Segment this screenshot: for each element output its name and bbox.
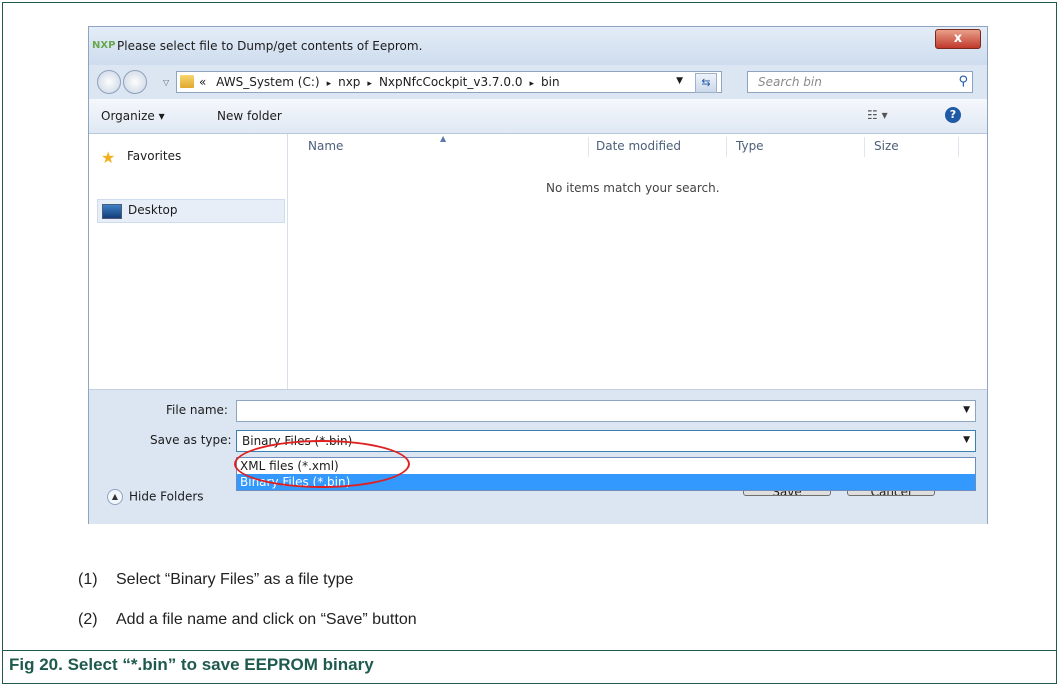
close-button[interactable]: x <box>935 29 981 49</box>
caption-divider <box>2 650 1057 651</box>
hide-folders-label: Hide Folders <box>129 489 204 504</box>
column-header-size[interactable]: Size <box>874 139 899 153</box>
view-options-icon[interactable]: ☷ ▾ <box>867 108 888 122</box>
refresh-icon[interactable]: ⇆ <box>695 73 717 93</box>
breadcrumb-item-nxp[interactable]: nxp <box>338 75 360 89</box>
command-toolbar: Organize ▾ New folder ☷ ▾ ? <box>89 99 987 134</box>
address-dropdown-icon[interactable]: ▼ <box>676 76 683 86</box>
figure-caption: Fig 20. Select “*.bin” to save EEPROM bi… <box>9 655 374 674</box>
step-number: (1) <box>78 571 98 588</box>
back-button[interactable] <box>97 70 121 94</box>
empty-list-message: No items match your search. <box>546 181 720 195</box>
column-divider[interactable] <box>588 137 589 157</box>
column-header-date[interactable]: Date modified <box>596 139 681 153</box>
breadcrumb-overflow[interactable]: « <box>199 75 206 89</box>
sidebar-item-label: Favorites <box>127 149 182 163</box>
dialog-title: Please select file to Dump/get contents … <box>117 39 423 53</box>
desktop-icon <box>102 204 122 222</box>
step-number: (2) <box>78 611 98 628</box>
title-bar: NXP Please select file to Dump/get conte… <box>89 27 987 65</box>
breadcrumb-item-bin[interactable]: bin <box>541 75 560 89</box>
column-divider[interactable] <box>726 137 727 157</box>
save-file-dialog: NXP Please select file to Dump/get conte… <box>88 26 988 524</box>
file-list: ▲ Name Date modified Type Size No items … <box>288 134 987 389</box>
search-icon[interactable]: ⚲ <box>958 74 968 89</box>
nxp-logo: NXP <box>92 40 116 51</box>
folder-icon <box>180 75 194 88</box>
forward-button[interactable] <box>123 70 147 94</box>
sidebar-item-label: Desktop <box>128 203 178 217</box>
sidebar-item-desktop[interactable]: Desktop <box>97 199 285 223</box>
breadcrumb-item-cockpit[interactable]: NxpNfcCockpit_v3.7.0.0 <box>379 75 523 89</box>
collapse-up-icon: ▲ <box>107 489 123 505</box>
column-divider[interactable] <box>958 137 959 157</box>
breadcrumb-separator[interactable]: ▸ <box>367 79 372 89</box>
hide-folders-toggle[interactable]: ▲ Hide Folders <box>107 489 204 505</box>
organize-menu[interactable]: Organize ▾ <box>101 109 165 123</box>
column-header-type[interactable]: Type <box>736 139 764 153</box>
instruction-step-2: (2) Add a file name and click on “Save” b… <box>78 611 417 629</box>
sort-arrow-icon: ▲ <box>440 134 447 143</box>
save-type-label: Save as type: <box>150 433 232 447</box>
step-text: Select “Binary Files” as a file type <box>116 571 354 588</box>
breadcrumb-separator[interactable]: ▸ <box>529 79 534 89</box>
breadcrumb-separator[interactable]: ▸ <box>327 79 332 89</box>
new-folder-button[interactable]: New folder <box>217 109 282 123</box>
column-header-name[interactable]: Name <box>308 139 343 153</box>
star-icon: ★ <box>101 148 116 167</box>
column-divider[interactable] <box>864 137 865 157</box>
file-name-input[interactable]: ▼ <box>236 400 976 422</box>
navigation-pane: ★ Favorites Desktop <box>89 134 288 389</box>
breadcrumb: « AWS_System (C:) ▸ nxp ▸ NxpNfcCockpit_v3.7… <box>199 75 560 89</box>
search-placeholder: Search bin <box>758 75 822 89</box>
recent-pages-chevron-icon[interactable]: ▽ <box>163 78 169 87</box>
breadcrumb-item-drive[interactable]: AWS_System (C:) <box>216 75 319 89</box>
chevron-down-icon[interactable]: ▼ <box>963 435 970 445</box>
search-input[interactable]: Search bin ⚲ <box>747 71 973 93</box>
help-icon[interactable]: ? <box>945 107 961 123</box>
navigation-bar: ▽ « AWS_System (C:) ▸ nxp ▸ NxpNfcCockpit_v3… <box>89 65 987 97</box>
chevron-down-icon[interactable]: ▼ <box>963 405 970 415</box>
file-name-label: File name: <box>166 403 228 417</box>
annotation-ellipse <box>234 440 410 488</box>
address-bar[interactable]: « AWS_System (C:) ▸ nxp ▸ NxpNfcCockpit_v3.7… <box>176 71 722 93</box>
instruction-step-1: (1) Select “Binary Files” as a file type <box>78 571 353 589</box>
step-text: Add a file name and click on “Save” butt… <box>116 611 417 628</box>
